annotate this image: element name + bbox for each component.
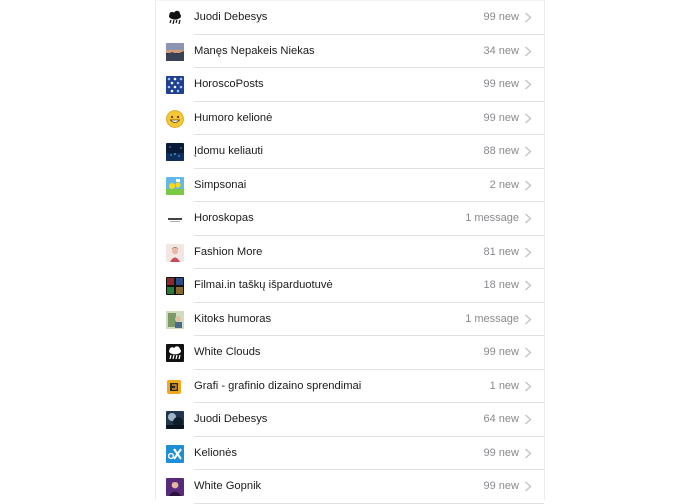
chevron-right-icon (524, 12, 532, 23)
group-name: Juodi Debesys (194, 413, 268, 425)
list-item[interactable]: Kitoks humoras 1 message (156, 302, 544, 336)
chevron-right-icon (524, 313, 532, 325)
list-item[interactable]: HoroscoPosts 99 new (156, 68, 544, 102)
list-item[interactable]: Filmai.in taškų išparduotuvė 18 new (156, 269, 544, 303)
group-name: Humoro kelionė (194, 111, 273, 124)
movie-grid-icon (166, 277, 184, 295)
landscape-icon (166, 42, 184, 61)
group-name: Įdomu keliauti (194, 145, 264, 157)
unread-count: 99 new (483, 111, 519, 124)
unread-count: 18 new (483, 279, 519, 291)
group-name: White Clouds (194, 346, 261, 358)
chevron-right-icon (524, 179, 532, 191)
fashion-icon (166, 243, 184, 262)
group-name: Fashion More (194, 245, 263, 258)
unread-count: 99 new (483, 11, 519, 23)
unread-count: 2 new (489, 178, 519, 191)
group-name: Juodi Debesys (194, 11, 268, 23)
group-name: Grafi - grafinio dizaino sprendimai (194, 379, 362, 392)
unread-count: 34 new (483, 44, 519, 57)
list-item[interactable]: Simpsonai 2 new (156, 168, 544, 202)
chevron-right-icon (524, 112, 532, 124)
unread-count: 99 new (483, 78, 519, 90)
chevron-right-icon (524, 347, 532, 358)
group-name: Horoskopas (194, 212, 254, 224)
unread-count: 99 new (483, 480, 519, 492)
list-item[interactable]: Juodi Debesys 99 new (156, 1, 544, 35)
unread-count: 64 new (483, 413, 519, 425)
chevron-right-icon (524, 246, 532, 258)
chevron-right-icon (524, 146, 532, 157)
rain-cloud-icon (166, 9, 184, 27)
group-name: White Gopnik (194, 480, 262, 492)
zodiac-pattern-icon (166, 76, 184, 94)
unread-count: 81 new (483, 245, 519, 258)
chevron-right-icon (524, 45, 532, 57)
chevron-right-icon (524, 280, 532, 291)
group-name: Kelionės (194, 446, 237, 459)
list-item[interactable]: White Gopnik 99 new (156, 470, 544, 504)
unread-count: 99 new (483, 346, 519, 358)
person-portrait-icon (166, 478, 184, 496)
list-item[interactable]: Manęs Nepakeis Niekas 34 new (156, 34, 544, 68)
travel-x-icon (166, 444, 184, 463)
group-name: Simpsonai (194, 178, 247, 191)
night-city-icon (166, 143, 184, 161)
chevron-right-icon (524, 447, 532, 459)
list-item[interactable]: Įdomu keliauti 88 new (156, 135, 544, 169)
unread-count: 1 new (489, 379, 519, 392)
unread-count: 99 new (483, 446, 519, 459)
list-item[interactable]: Horoskopas 1 message (156, 202, 544, 236)
chevron-right-icon (524, 380, 532, 392)
list-item[interactable]: Kelionės 99 new (156, 436, 544, 470)
horoskopas-logo-icon (166, 210, 184, 228)
unread-count: 88 new (483, 145, 519, 157)
group-name: Kitoks humoras (194, 312, 272, 325)
meme-icon (166, 310, 184, 329)
simpsons-icon (166, 176, 184, 195)
unread-count: 1 message (465, 312, 519, 325)
list-item[interactable]: Juodi Debesys 64 new (156, 403, 544, 437)
list-item[interactable]: Fashion More 81 new (156, 235, 544, 269)
white-cloud-rain-icon (166, 344, 184, 362)
list-item[interactable]: White Clouds 99 new (156, 336, 544, 370)
dark-sky-icon (166, 411, 184, 429)
chevron-right-icon (524, 414, 532, 425)
list-item[interactable]: Grafi - grafinio dizaino sprendimai 1 ne… (156, 369, 544, 403)
chevron-right-icon (524, 481, 532, 492)
groups-panel: Juodi Debesys 99 new Manęs Nepakeis Niek… (155, 0, 545, 504)
chevron-right-icon (524, 79, 532, 90)
group-name: Manęs Nepakeis Niekas (194, 44, 315, 57)
smiley-icon (166, 109, 184, 128)
grafi-logo-icon (166, 377, 184, 396)
left-margin (0, 0, 155, 500)
chevron-right-icon (524, 213, 532, 224)
list-item[interactable]: Humoro kelionė 99 new (156, 101, 544, 135)
group-name: Filmai.in taškų išparduotuvė (194, 279, 333, 291)
unread-count: 1 message (465, 212, 519, 224)
groups-list: Juodi Debesys 99 new Manęs Nepakeis Niek… (156, 1, 544, 504)
group-name: HoroscoPosts (194, 78, 264, 90)
